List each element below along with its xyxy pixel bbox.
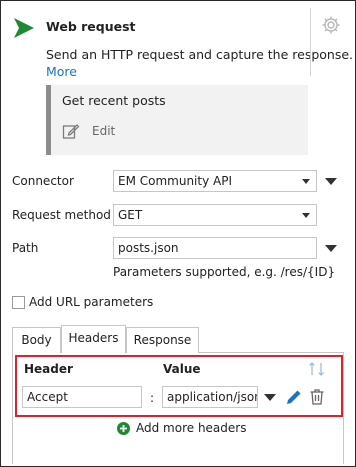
url-params-label: Add URL parameters xyxy=(29,295,154,309)
header-divider xyxy=(310,8,311,76)
method-select[interactable]: GET xyxy=(113,204,317,226)
header-column-title: Header xyxy=(24,362,73,376)
header-separator: : xyxy=(150,391,155,405)
path-options-icon[interactable] xyxy=(325,245,337,252)
gear-icon[interactable] xyxy=(321,15,341,35)
value-column-title: Value xyxy=(163,362,201,376)
edit-button[interactable]: Edit xyxy=(92,124,115,138)
sort-icon[interactable] xyxy=(308,361,326,377)
preview-title: Get recent posts xyxy=(62,93,166,108)
trash-icon[interactable] xyxy=(309,388,325,406)
add-circle-icon[interactable] xyxy=(117,422,130,435)
more-link[interactable]: More xyxy=(46,64,77,79)
chevron-down-icon xyxy=(302,179,310,184)
chevron-down-icon xyxy=(302,213,310,218)
step-title: Web request xyxy=(46,19,136,34)
path-hint: Parameters supported, e.g. /res/{ID} xyxy=(113,265,336,279)
tab-body[interactable]: Body xyxy=(12,327,61,353)
path-input[interactable]: posts.json xyxy=(113,237,317,259)
header-value-input[interactable]: application/json xyxy=(162,386,258,408)
play-icon xyxy=(14,18,34,38)
value-options-icon[interactable] xyxy=(264,394,276,401)
method-label: Request method xyxy=(12,208,111,222)
method-value: GET xyxy=(118,208,143,222)
pencil-icon[interactable] xyxy=(285,388,303,406)
connector-label: Connector xyxy=(12,174,74,188)
tab-response[interactable]: Response xyxy=(126,327,199,353)
path-label: Path xyxy=(12,241,39,255)
connector-value: EM Community API xyxy=(118,174,232,188)
path-value: posts.json xyxy=(118,241,179,255)
connector-options-icon[interactable] xyxy=(325,178,337,185)
header-name-value: Accept xyxy=(27,390,68,404)
url-params-checkbox[interactable] xyxy=(12,296,25,309)
header-name-input[interactable]: Accept xyxy=(22,386,142,408)
add-more-headers-button[interactable]: Add more headers xyxy=(136,421,246,435)
header-value-text: application/json xyxy=(167,390,258,404)
tab-headers[interactable]: Headers xyxy=(61,325,126,353)
step-description: Send an HTTP request and capture the res… xyxy=(46,47,354,62)
edit-icon[interactable] xyxy=(62,122,80,140)
connector-select[interactable]: EM Community API xyxy=(113,170,317,192)
